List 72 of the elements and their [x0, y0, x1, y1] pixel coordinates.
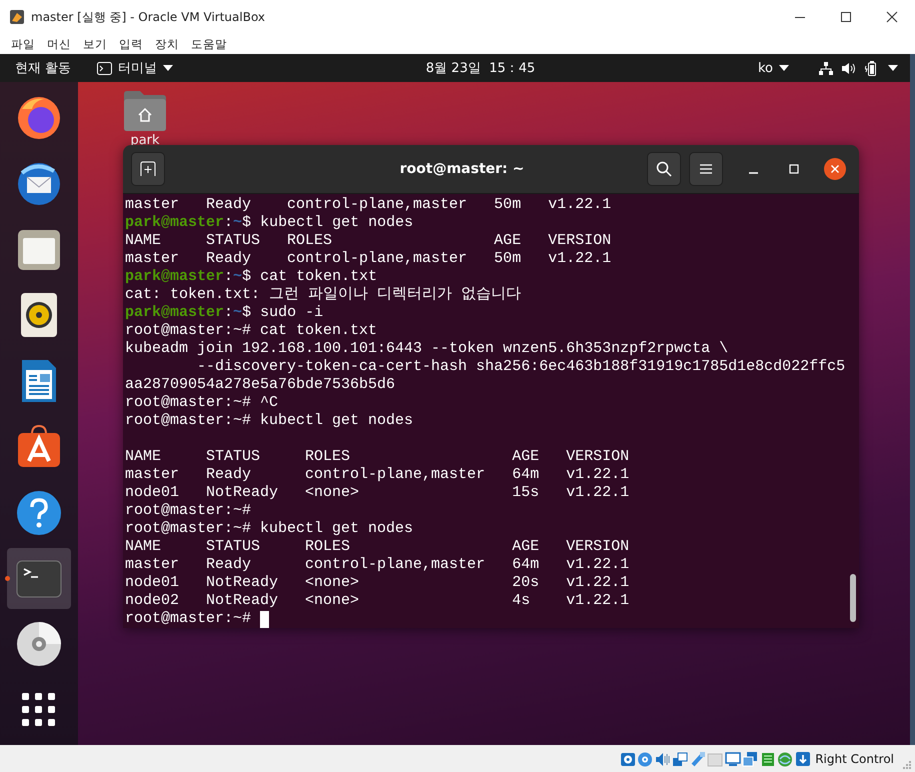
- menu-item[interactable]: 도움말: [186, 36, 232, 52]
- new-tab-icon: [140, 161, 156, 177]
- new-tab-button[interactable]: [131, 152, 165, 186]
- terminal-line: --discovery-token-ca-cert-hash sha256:6ec463b188f31919c1785d1e8cd022ffc5: [196, 358, 846, 376]
- terminal-line: root@master:~#: [125, 502, 252, 520]
- close-icon: [886, 11, 898, 23]
- terminal-line: master Ready control-plane,master 50m v1.22.1: [125, 250, 612, 268]
- terminal-line: node01 NotReady <none> 15s v1.22.1: [125, 484, 630, 502]
- terminal-line: NAME STATUS ROLES AGE VERSION: [125, 232, 612, 250]
- battery-icon: [865, 60, 879, 76]
- minimize-icon: [748, 172, 758, 174]
- host-key-label: Right Control: [815, 752, 894, 766]
- running-indicator-icon: [5, 576, 10, 581]
- terminal-line: master Ready control-plane,master 64m v1.22.1: [125, 466, 630, 484]
- close-icon: [830, 164, 840, 174]
- caret-icon: [163, 65, 174, 71]
- terminal-line: root@master:~#: [125, 610, 252, 628]
- maximize-icon: [789, 164, 799, 174]
- network-icon[interactable]: [672, 750, 688, 766]
- close-button[interactable]: [824, 158, 846, 180]
- search-button[interactable]: [647, 152, 681, 186]
- globe-icon[interactable]: [777, 750, 794, 766]
- menu-item[interactable]: 파일: [6, 36, 40, 52]
- terminal-title: root@master: ~: [400, 161, 524, 177]
- caret-icon: [779, 65, 789, 71]
- menu-item[interactable]: 입력: [114, 36, 148, 52]
- terminal-line: node02 NotReady <none> 4s v1.22.1: [125, 592, 630, 610]
- fox-globe-icon: [16, 95, 62, 142]
- terminal-icon: [97, 62, 112, 74]
- network-icon: [819, 62, 833, 74]
- input-method-menu[interactable]: ko: [754, 60, 793, 76]
- app-icon: [9, 9, 25, 25]
- terminal-line: node01 NotReady <none> 20s v1.22.1: [125, 574, 630, 592]
- menu-button[interactable]: [689, 152, 723, 186]
- volume-icon: [842, 62, 856, 74]
- disc-icon: [16, 620, 62, 667]
- terminal-line: cat: token.txt: 그런 파일이나 디렉터리가 없습니다: [125, 286, 522, 304]
- menu-icon: [699, 163, 713, 175]
- terminal-line: park@master:~$ kubectl get nodes: [125, 214, 414, 232]
- terminal-line: root@master:~# kubectl get nodes: [125, 520, 414, 538]
- display-icon[interactable]: [724, 750, 741, 766]
- search-icon: [656, 161, 672, 177]
- speaker-icon[interactable]: [654, 750, 671, 766]
- scrollbar[interactable]: [850, 574, 856, 622]
- window-title: master [실행 중] - Oracle VM VirtualBox: [31, 8, 266, 26]
- terminal-line: park@master:~$ sudo -i: [125, 304, 324, 322]
- menu-item[interactable]: 보기: [78, 36, 112, 52]
- menu-item[interactable]: 장치: [150, 36, 184, 52]
- disc-icon[interactable]: [637, 750, 654, 766]
- terminal-line: kubeadm join 192.168.100.101:6443 --token wnzen5.6h353nzpf2rpwcta \: [125, 340, 728, 358]
- terminal-line: NAME STATUS ROLES AGE VERSION: [125, 448, 630, 466]
- folder-label: park: [130, 134, 160, 147]
- windows-icon[interactable]: [742, 750, 758, 766]
- bird-envelope-icon: [16, 161, 62, 208]
- question-mark-icon: [16, 490, 62, 536]
- app-menu[interactable]: 터미널: [93, 59, 178, 77]
- terminal-line: NAME STATUS ROLES AGE VERSION: [125, 538, 630, 556]
- caret-icon: [888, 65, 898, 71]
- activities-button[interactable]: 현재 활동: [0, 59, 84, 77]
- terminal-line: root@master:~# kubectl get nodes: [125, 412, 414, 430]
- clock[interactable]: 8월 23일 15：45: [426, 59, 536, 77]
- shopping-bag-icon: [16, 424, 62, 470]
- terminal-line: root@master:~# ^C: [125, 394, 278, 412]
- home-folder-icon[interactable]: [122, 90, 168, 132]
- terminal-line: master Ready control-plane,master 50m v1.22.1: [125, 196, 612, 214]
- resize-grip-icon[interactable]: [903, 761, 911, 769]
- terminal-line: master Ready control-plane,master 64m v1.22.1: [125, 556, 630, 574]
- terminal-line: park@master:~$ cat token.txt: [125, 268, 378, 286]
- terminal-line: root@master:~# cat token.txt: [125, 322, 378, 340]
- menu-item[interactable]: 머신: [42, 36, 76, 52]
- terminal-line: aa28709054a278e5a76bde7536b5d6: [125, 376, 396, 394]
- maximize-icon: [840, 11, 852, 23]
